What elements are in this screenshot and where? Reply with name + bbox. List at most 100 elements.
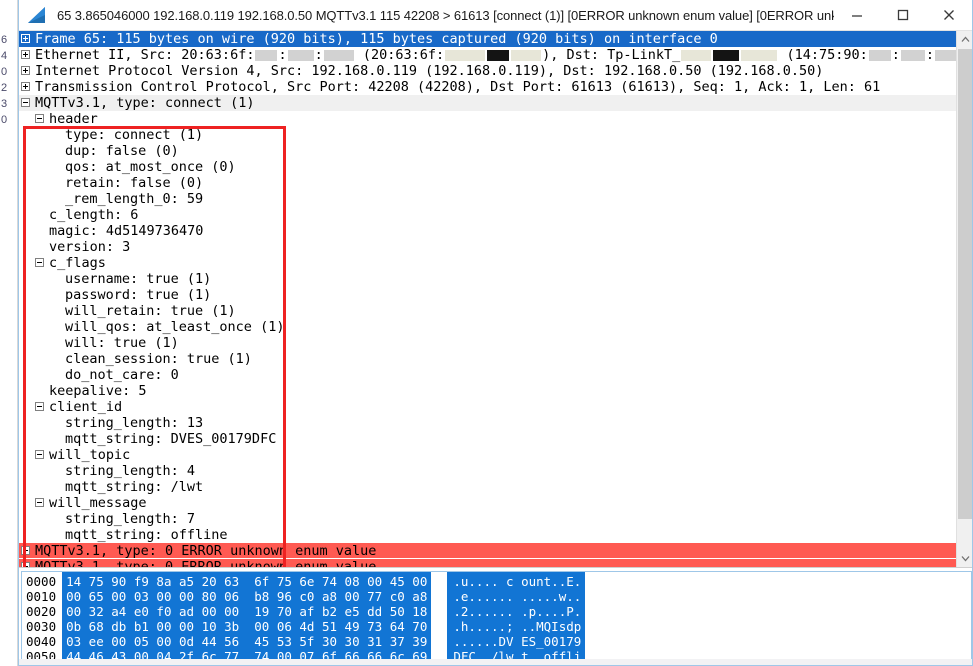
tree-row-error-2[interactable]: MQTTv3.1, type: 0 ERROR unknown enum val… — [19, 559, 956, 567]
expand-icon[interactable] — [21, 33, 30, 43]
expand-icon[interactable] — [21, 49, 30, 59]
tree-row-label: (14:75:90: — [778, 47, 868, 63]
tree-row-label: type: connect (1) — [65, 127, 204, 143]
hex-bytes-row: 00 65 00 03 00 00 80 06 b8 96 c0 a8 00 7… — [66, 589, 428, 604]
tree-row-client-id[interactable]: client_id — [19, 399, 956, 415]
packet-bytes-pane[interactable]: 0000 0010 0020 0030 0040 0050 14 75 90 f9 8a … — [19, 568, 972, 664]
tree-row-label: header — [49, 111, 98, 127]
hex-ascii-row: .h.....; ..MQIsdp — [453, 619, 582, 634]
tree-row-magic[interactable]: magic: 4d5149736470 — [19, 223, 956, 239]
tree-row-will-topic-string[interactable]: mqtt_string: /lwt — [19, 479, 956, 495]
redacted-mac-segment — [713, 49, 740, 61]
tree-row-flag-password[interactable]: password: true (1) — [19, 287, 956, 303]
tree-row-flag-clean-session[interactable]: clean_session: true (1) — [19, 351, 956, 367]
tree-row-label: will_message — [49, 495, 147, 511]
tree-row-version[interactable]: version: 3 — [19, 239, 956, 255]
tree-row-ipv4[interactable]: Internet Protocol Version 4, Src: 192.16… — [19, 63, 956, 79]
tree-row-flag-will-qos[interactable]: will_qos: at_least_once (1) — [19, 319, 956, 335]
tree-row-label: mqtt_string: offline — [65, 527, 228, 543]
tree-row-label: version: 3 — [49, 239, 131, 255]
tree-row-client-id-length[interactable]: string_length: 13 — [19, 415, 956, 431]
expand-icon[interactable] — [21, 545, 30, 555]
tree-row-frame[interactable]: Frame 65: 115 bytes on wire (920 bits), … — [19, 31, 956, 47]
redacted-mac-segment — [287, 49, 314, 61]
chevron-up-icon[interactable] — [957, 31, 972, 48]
collapse-icon[interactable] — [35, 257, 44, 267]
tree-row-label: will_qos: at_least_once (1) — [65, 319, 285, 335]
redacted-mac-segment — [323, 49, 354, 61]
tree-row-label: retain: false (0) — [65, 175, 204, 191]
tree-row-label: clean_session: true (1) — [65, 351, 252, 367]
redacted-mac-segment — [511, 49, 542, 61]
expand-icon[interactable] — [21, 561, 30, 567]
hex-ascii-column[interactable]: .u.... c ount..E. .e...... .....w.. .2....… — [447, 572, 586, 662]
protocol-tree[interactable]: Frame 65: 115 bytes on wire (920 bits), … — [19, 31, 956, 567]
hex-offset: 0020 — [26, 604, 57, 619]
hex-ascii-row: .e...... .....w.. — [453, 589, 582, 604]
tree-row-client-id-string[interactable]: mqtt_string: DVES_00179DFC — [19, 431, 956, 447]
wireshark-shark-fin-icon — [25, 5, 51, 25]
hex-bytes-row: 00 32 a4 e0 f0 ad 00 00 19 70 af b2 e5 d… — [66, 604, 428, 619]
tree-row-label: do_not_care: 0 — [65, 367, 179, 383]
minimize-button[interactable] — [834, 0, 880, 30]
tree-row-header-rem-length[interactable]: _rem_length_0: 59 — [19, 191, 956, 207]
tree-row-flag-username[interactable]: username: true (1) — [19, 271, 956, 287]
tree-row-label: c_flags — [49, 255, 106, 271]
tree-row-will-message-length[interactable]: string_length: 7 — [19, 511, 956, 527]
tree-row-label: _rem_length_0: 59 — [65, 191, 204, 207]
tree-row-will-message-string[interactable]: mqtt_string: offline — [19, 527, 956, 543]
hex-ascii-row: ......DV ES_00179 — [453, 634, 582, 649]
tree-row-header-qos[interactable]: qos: at_most_once (0) — [19, 159, 956, 175]
window-title: 65 3.865046000 192.168.0.119 192.168.0.5… — [57, 7, 834, 23]
background-row-number: 6 — [1, 34, 8, 46]
tree-row-header-retain[interactable]: retain: false (0) — [19, 175, 956, 191]
hex-ascii-row: .u.... c ount..E. — [453, 574, 582, 589]
chevron-down-icon[interactable] — [957, 550, 972, 567]
tree-row-keepalive[interactable]: keepalive: 5 — [19, 383, 956, 399]
tree-row-error-1[interactable]: MQTTv3.1, type: 0 ERROR unknown enum val… — [19, 543, 956, 559]
tree-row-label: username: true (1) — [65, 271, 212, 287]
tree-row-label: : — [925, 47, 934, 63]
tree-row-ethernet[interactable]: Ethernet II, Src: 20:63:6f::: (20:63:6f:… — [19, 47, 956, 63]
expand-icon[interactable] — [21, 81, 30, 91]
scrollbar-thumb[interactable] — [958, 49, 972, 519]
tree-row-mqtt[interactable]: MQTTv3.1, type: connect (1) — [19, 95, 956, 111]
tree-row-will-topic[interactable]: will_topic — [19, 447, 956, 463]
collapse-icon[interactable] — [35, 497, 44, 507]
maximize-button[interactable] — [880, 0, 926, 30]
tree-row-label: MQTTv3.1, type: 0 ERROR unknown enum val… — [35, 543, 377, 559]
hex-ascii-row: .2...... .p....P. — [453, 604, 582, 619]
hex-offset: 0030 — [26, 619, 57, 634]
tree-row-c-length[interactable]: c_length: 6 — [19, 207, 956, 223]
redacted-mac-segment — [445, 49, 486, 61]
tree-row-flag-will-retain[interactable]: will_retain: true (1) — [19, 303, 956, 319]
expand-icon[interactable] — [21, 65, 30, 75]
collapse-icon[interactable] — [35, 113, 44, 123]
hex-dump[interactable]: 0000 0010 0020 0030 0040 0050 14 75 90 f9 8a … — [21, 571, 972, 663]
tree-row-label: Internet Protocol Version 4, Src: 192.16… — [35, 63, 824, 79]
tree-row-header[interactable]: header — [19, 111, 956, 127]
tree-row-header-dup[interactable]: dup: false (0) — [19, 143, 956, 159]
packet-detail-pane[interactable]: Frame 65: 115 bytes on wire (920 bits), … — [19, 31, 972, 568]
tree-row-label: : — [314, 47, 323, 63]
wireshark-packet-detail-window: 65 3.865046000 192.168.0.119 192.168.0.5… — [18, 0, 973, 666]
collapse-icon[interactable] — [35, 449, 44, 459]
tree-row-label: c_length: 6 — [49, 207, 139, 223]
hex-byte-column[interactable]: 14 75 90 f9 8a a5 20 63 6f 75 6e 74 08 0… — [62, 572, 432, 662]
tree-row-will-topic-length[interactable]: string_length: 4 — [19, 463, 956, 479]
tree-row-flag-do-not-care[interactable]: do_not_care: 0 — [19, 367, 956, 383]
tree-row-header-type[interactable]: type: connect (1) — [19, 127, 956, 143]
close-button[interactable] — [926, 0, 972, 30]
tree-row-label: MQTTv3.1, type: 0 ERROR unknown enum val… — [35, 559, 377, 567]
tree-row-label: string_length: 4 — [65, 463, 196, 479]
tree-row-will-message[interactable]: will_message — [19, 495, 956, 511]
tree-row-label: dup: false (0) — [65, 143, 179, 159]
collapse-icon[interactable] — [35, 401, 44, 411]
tree-row-label: Ethernet II, Src: 20:63:6f: — [35, 47, 255, 63]
tree-row-c-flags[interactable]: c_flags — [19, 255, 956, 271]
background-row-number: 2 — [1, 82, 8, 94]
tree-row-flag-will[interactable]: will: true (1) — [19, 335, 956, 351]
collapse-icon[interactable] — [21, 97, 30, 107]
detail-pane-scrollbar[interactable] — [956, 31, 972, 567]
tree-row-tcp[interactable]: Transmission Control Protocol, Src Port:… — [19, 79, 956, 95]
